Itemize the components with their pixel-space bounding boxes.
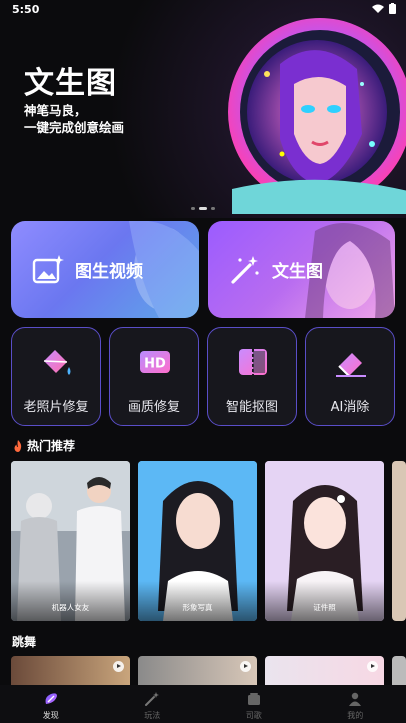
hot-card-robot-girlfriend[interactable]: 机器人女友 [11, 461, 130, 621]
person-icon [349, 692, 362, 706]
folder-icon [247, 693, 260, 705]
hot-card-portrait[interactable]: 形象写真 [138, 461, 257, 621]
dance-video-thumb-3[interactable] [265, 656, 384, 686]
hot-card-label: 证件照 [313, 603, 336, 612]
nav-label: 玩法 [144, 711, 161, 720]
hot-card-label: 机器人女友 [51, 603, 90, 612]
cutout-icon [239, 349, 267, 375]
image-quality-repair-button[interactable]: HD 画质修复 [109, 327, 199, 426]
nav-gameplay[interactable]: 玩法 [102, 685, 204, 723]
dance-video-thumb-4[interactable] [392, 656, 406, 686]
text-to-image-card[interactable]: 文生图 [208, 221, 395, 318]
tool-label: 智能抠图 [225, 400, 278, 415]
image-sparkle-icon [32, 254, 64, 283]
nav-label: 司歌 [245, 711, 262, 720]
hero-subtitle: 神笔马良， 一键完成创意绘画 [24, 102, 124, 136]
hero-subtitle-line2: 一键完成创意绘画 [24, 120, 125, 135]
battery-icon [389, 3, 396, 14]
nav-discover[interactable]: 发现 [0, 685, 102, 723]
tool-label: 老照片修复 [23, 400, 89, 415]
svg-text:HD: HD [144, 357, 166, 372]
hero-banner[interactable]: 文生图 神笔马良， 一键完成创意绘画 [0, 0, 406, 218]
nav-works[interactable]: 司歌 [203, 685, 305, 723]
hot-card-partial[interactable] [392, 461, 406, 621]
wifi-icon [372, 4, 384, 13]
carousel-indicator [191, 207, 215, 210]
astronaut-girl-illustration [228, 18, 406, 214]
magic-wand-icon [231, 255, 259, 284]
dance-video-thumb-1[interactable] [11, 656, 130, 686]
ai-erase-button[interactable]: AI消除 [305, 327, 395, 426]
dance-section-header: 跳舞 [12, 633, 36, 650]
discover-icon [45, 693, 57, 704]
feature-label: 文生图 [272, 262, 323, 282]
hot-section-title: 热门推荐 [27, 439, 76, 453]
tool-label: 画质修复 [127, 400, 180, 415]
eraser-icon [336, 353, 366, 377]
nav-profile[interactable]: 我的 [305, 685, 406, 723]
status-bar: 5:50 [0, 0, 406, 20]
tool-label: AI消除 [330, 400, 370, 415]
play-icon [113, 661, 124, 672]
dance-video-thumb-2[interactable] [138, 656, 257, 686]
magic-wand-icon [145, 692, 160, 706]
paint-bucket-icon [43, 350, 71, 375]
play-icon [240, 661, 251, 672]
hot-card-id-photo[interactable]: 证件照 [265, 461, 384, 621]
nav-label: 我的 [347, 711, 364, 720]
smart-cutout-button[interactable]: 智能抠图 [207, 327, 297, 426]
hot-card-label: 形象写真 [182, 603, 213, 612]
old-photo-restore-button[interactable]: 老照片修复 [11, 327, 101, 426]
fire-icon [14, 439, 22, 452]
dance-section-title: 跳舞 [12, 635, 37, 649]
hero-title: 文生图 [24, 66, 117, 101]
nav-label: 发现 [42, 711, 59, 720]
status-time: 5:50 [12, 3, 40, 16]
bottom-nav: 发现 玩法 司歌 我的 [0, 685, 406, 723]
image-to-video-card[interactable]: 图生视频 [11, 221, 199, 318]
play-icon [367, 661, 378, 672]
feature-label: 图生视频 [75, 262, 143, 282]
hot-section-header: 热门推荐 [12, 437, 75, 454]
hero-subtitle-line1: 神笔马良， [24, 103, 87, 118]
hd-icon: HD [140, 351, 170, 373]
